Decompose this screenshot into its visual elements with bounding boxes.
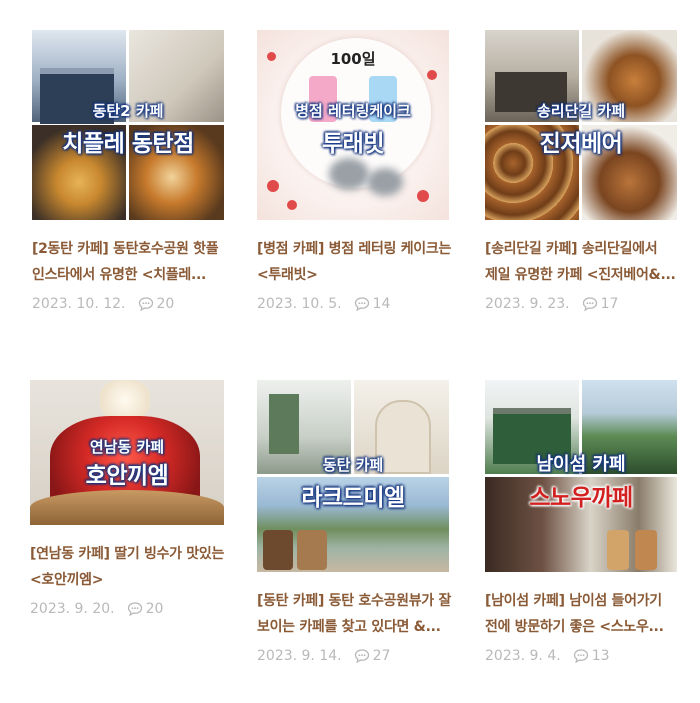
post-card[interactable]: 송리단길 카페 진저베어 [송리단길 카페] 송리단길에서 제일 유명한 카페 …: [485, 30, 683, 312]
post-thumbnail[interactable]: 100일 병점 레터링케이크 투래빗: [257, 30, 449, 220]
post-title[interactable]: [동탄 카페] 동탄 호수공원뷰가 잘 보이는 카페를 찾고 있다면 &...: [257, 588, 452, 640]
post-thumbnail[interactable]: 송리단길 카페 진저베어: [485, 30, 677, 220]
post-meta: 2023. 9. 4. 13: [485, 648, 683, 664]
post-thumbnail[interactable]: 연남동 카페 호안끼엠: [30, 380, 224, 525]
comment-bubble-icon: [127, 601, 143, 617]
thumbnail-caption-small: 송리단길 카페: [536, 102, 626, 120]
post-card[interactable]: 남이섬 카페 스노우까페 [남이섬 카페] 남이섬 들어가기 전에 방문하기 좋…: [485, 380, 683, 664]
comment-bubble-icon: [582, 296, 598, 312]
comment-count: 17: [600, 296, 619, 312]
thumbnail-caption-big: 호안끼엠: [85, 463, 169, 489]
thumbnail-caption-big: 진저베어: [539, 131, 623, 157]
post-title[interactable]: [병점 카페] 병점 레터링 케이크는 <투래빗>: [257, 236, 452, 288]
comment-bubble-icon: [138, 296, 154, 312]
thumbnail-caption-big: 스노우까페: [529, 485, 633, 511]
post-thumbnail[interactable]: 동탄2 카페 치플레 동탄점: [32, 30, 224, 220]
thumbnail-caption-small: 남이섬 카페: [536, 454, 626, 475]
post-date: 2023. 9. 20.: [30, 601, 115, 617]
post-date: 2023. 9. 14.: [257, 648, 342, 664]
post-date: 2023. 9. 23.: [485, 296, 570, 312]
post-date: 2023. 9. 4.: [485, 648, 561, 664]
post-title[interactable]: [연남동 카페] 딸기 빙수가 맛있는 <호안끼엠>: [30, 541, 225, 593]
comment-bubble-icon: [354, 648, 370, 664]
comment-count: 20: [145, 601, 164, 617]
post-title[interactable]: [2동탄 카페] 동탄호수공원 핫플 인스타에서 유명한 <치플레...: [32, 236, 227, 288]
post-title[interactable]: [송리단길 카페] 송리단길에서 제일 유명한 카페 <진저베어&...: [485, 236, 680, 288]
post-meta: 2023. 10. 12. 20: [32, 296, 230, 312]
comment-count: 13: [591, 648, 610, 664]
comment-count: 14: [372, 296, 391, 312]
post-card[interactable]: 100일 병점 레터링케이크 투래빗 [병점 카페] 병점 레터링 케이크는 <…: [257, 30, 455, 312]
post-title[interactable]: [남이섬 카페] 남이섬 들어가기 전에 방문하기 좋은 <스노우...: [485, 588, 680, 640]
post-meta: 2023. 10. 5. 14: [257, 296, 455, 312]
comment-bubble-icon: [354, 296, 370, 312]
thumbnail-caption-small: 동탄 카페: [322, 456, 384, 474]
post-date: 2023. 10. 5.: [257, 296, 342, 312]
thumbnail-caption-small: 병점 레터링케이크: [295, 102, 411, 120]
post-date: 2023. 10. 12.: [32, 296, 126, 312]
post-card[interactable]: 동탄2 카페 치플레 동탄점 [2동탄 카페] 동탄호수공원 핫플 인스타에서 …: [32, 30, 230, 312]
post-meta: 2023. 9. 20. 20: [30, 601, 228, 617]
comment-bubble-icon: [573, 648, 589, 664]
thumbnail-caption-big: 라크드미엘: [301, 485, 405, 511]
post-card[interactable]: 동탄 카페 라크드미엘 [동탄 카페] 동탄 호수공원뷰가 잘 보이는 카페를 …: [257, 380, 455, 664]
thumbnail-caption-small: 연남동 카페: [89, 438, 165, 456]
thumbnail-caption-big: 투래빗: [322, 131, 384, 157]
post-meta: 2023. 9. 23. 17: [485, 296, 683, 312]
post-thumbnail[interactable]: 남이섬 카페 스노우까페: [485, 380, 677, 572]
comment-count: 27: [372, 648, 391, 664]
post-card[interactable]: 연남동 카페 호안끼엠 [연남동 카페] 딸기 빙수가 맛있는 <호안끼엠> 2…: [30, 380, 228, 617]
post-thumbnail[interactable]: 동탄 카페 라크드미엘: [257, 380, 449, 572]
thumbnail-caption-top: 100일: [330, 50, 376, 68]
thumbnail-caption-big: 치플레 동탄점: [62, 131, 194, 157]
thumbnail-caption-small: 동탄2 카페: [92, 102, 164, 120]
comment-count: 20: [156, 296, 175, 312]
post-meta: 2023. 9. 14. 27: [257, 648, 455, 664]
